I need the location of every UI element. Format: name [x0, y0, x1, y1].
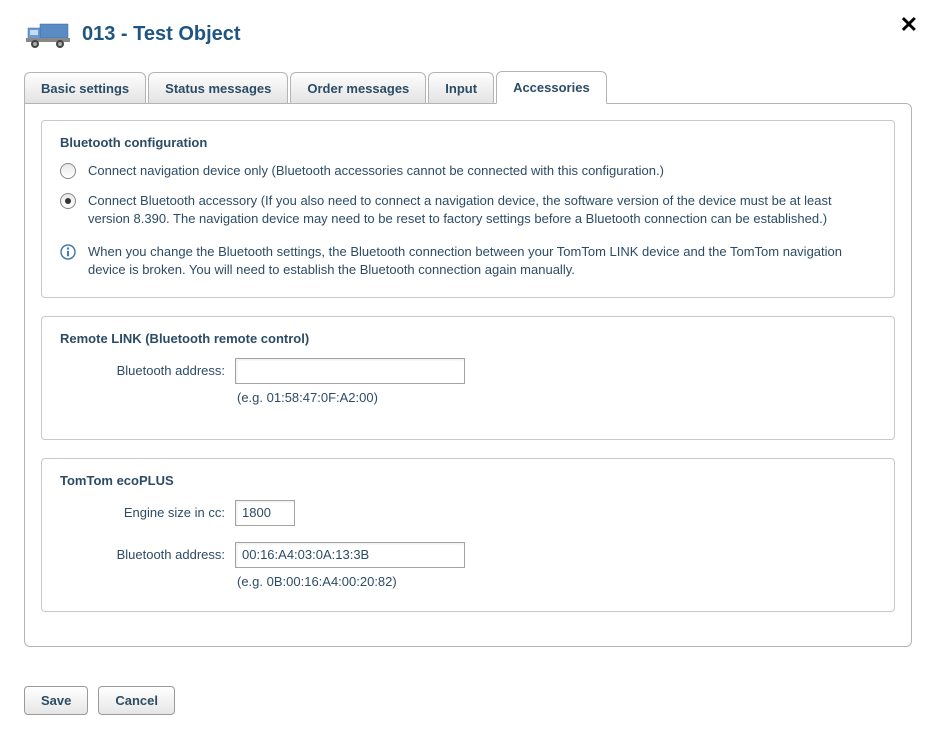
- ecoplus-engine-label: Engine size in cc:: [60, 505, 235, 520]
- ecoplus-bt-hint: (e.g. 0B:00:16:A4:00:20:82): [235, 574, 876, 589]
- ecoplus-section: TomTom ecoPLUS Engine size in cc: Blueto…: [41, 458, 895, 612]
- radio-input-nav-only[interactable]: [60, 163, 76, 179]
- bluetooth-info-row: When you change the Bluetooth settings, …: [60, 243, 876, 279]
- remote-link-section: Remote LINK (Bluetooth remote control) B…: [41, 316, 895, 440]
- tab-status-messages[interactable]: Status messages: [148, 72, 288, 104]
- ecoplus-bt-row: Bluetooth address:: [60, 542, 876, 568]
- remote-link-bt-hint: (e.g. 01:58:47:0F:A2:00): [235, 390, 876, 405]
- tab-accessories[interactable]: Accessories: [496, 71, 607, 104]
- ecoplus-title: TomTom ecoPLUS: [60, 473, 876, 488]
- radio-input-bt-accessory[interactable]: [60, 193, 76, 209]
- ecoplus-engine-row: Engine size in cc:: [60, 500, 876, 526]
- remote-link-bt-row: Bluetooth address:: [60, 358, 876, 384]
- ecoplus-engine-input[interactable]: [235, 500, 295, 526]
- remote-link-bt-label: Bluetooth address:: [60, 363, 235, 378]
- info-icon: [60, 244, 76, 260]
- dialog-window: ✕ 013 - Test Object Basic settings Statu…: [0, 0, 936, 735]
- remote-link-bt-input[interactable]: [235, 358, 465, 384]
- bluetooth-config-title: Bluetooth configuration: [60, 135, 876, 150]
- dialog-header: 013 - Test Object: [18, 0, 918, 70]
- tab-input[interactable]: Input: [428, 72, 494, 104]
- radio-option-nav-only[interactable]: Connect navigation device only (Bluetoot…: [60, 162, 876, 180]
- page-title: 013 - Test Object: [82, 23, 241, 46]
- radio-label-nav-only: Connect navigation device only (Bluetoot…: [88, 162, 664, 180]
- save-button[interactable]: Save: [24, 686, 88, 715]
- button-row: Save Cancel: [24, 686, 175, 715]
- tab-content-accessories: Bluetooth configuration Connect navigati…: [24, 103, 912, 647]
- close-button[interactable]: ✕: [900, 14, 918, 36]
- tabs-row: Basic settings Status messages Order mes…: [24, 70, 918, 103]
- radio-option-bt-accessory[interactable]: Connect Bluetooth accessory (If you also…: [60, 192, 876, 228]
- cancel-button[interactable]: Cancel: [98, 686, 175, 715]
- tab-order-messages[interactable]: Order messages: [290, 72, 426, 104]
- bluetooth-config-section: Bluetooth configuration Connect navigati…: [41, 120, 895, 298]
- tab-basic-settings[interactable]: Basic settings: [24, 72, 146, 104]
- remote-link-title: Remote LINK (Bluetooth remote control): [60, 331, 876, 346]
- bluetooth-info-text: When you change the Bluetooth settings, …: [88, 243, 876, 279]
- truck-icon: [26, 18, 70, 50]
- radio-label-bt-accessory: Connect Bluetooth accessory (If you also…: [88, 192, 876, 228]
- ecoplus-bt-label: Bluetooth address:: [60, 547, 235, 562]
- ecoplus-bt-input[interactable]: [235, 542, 465, 568]
